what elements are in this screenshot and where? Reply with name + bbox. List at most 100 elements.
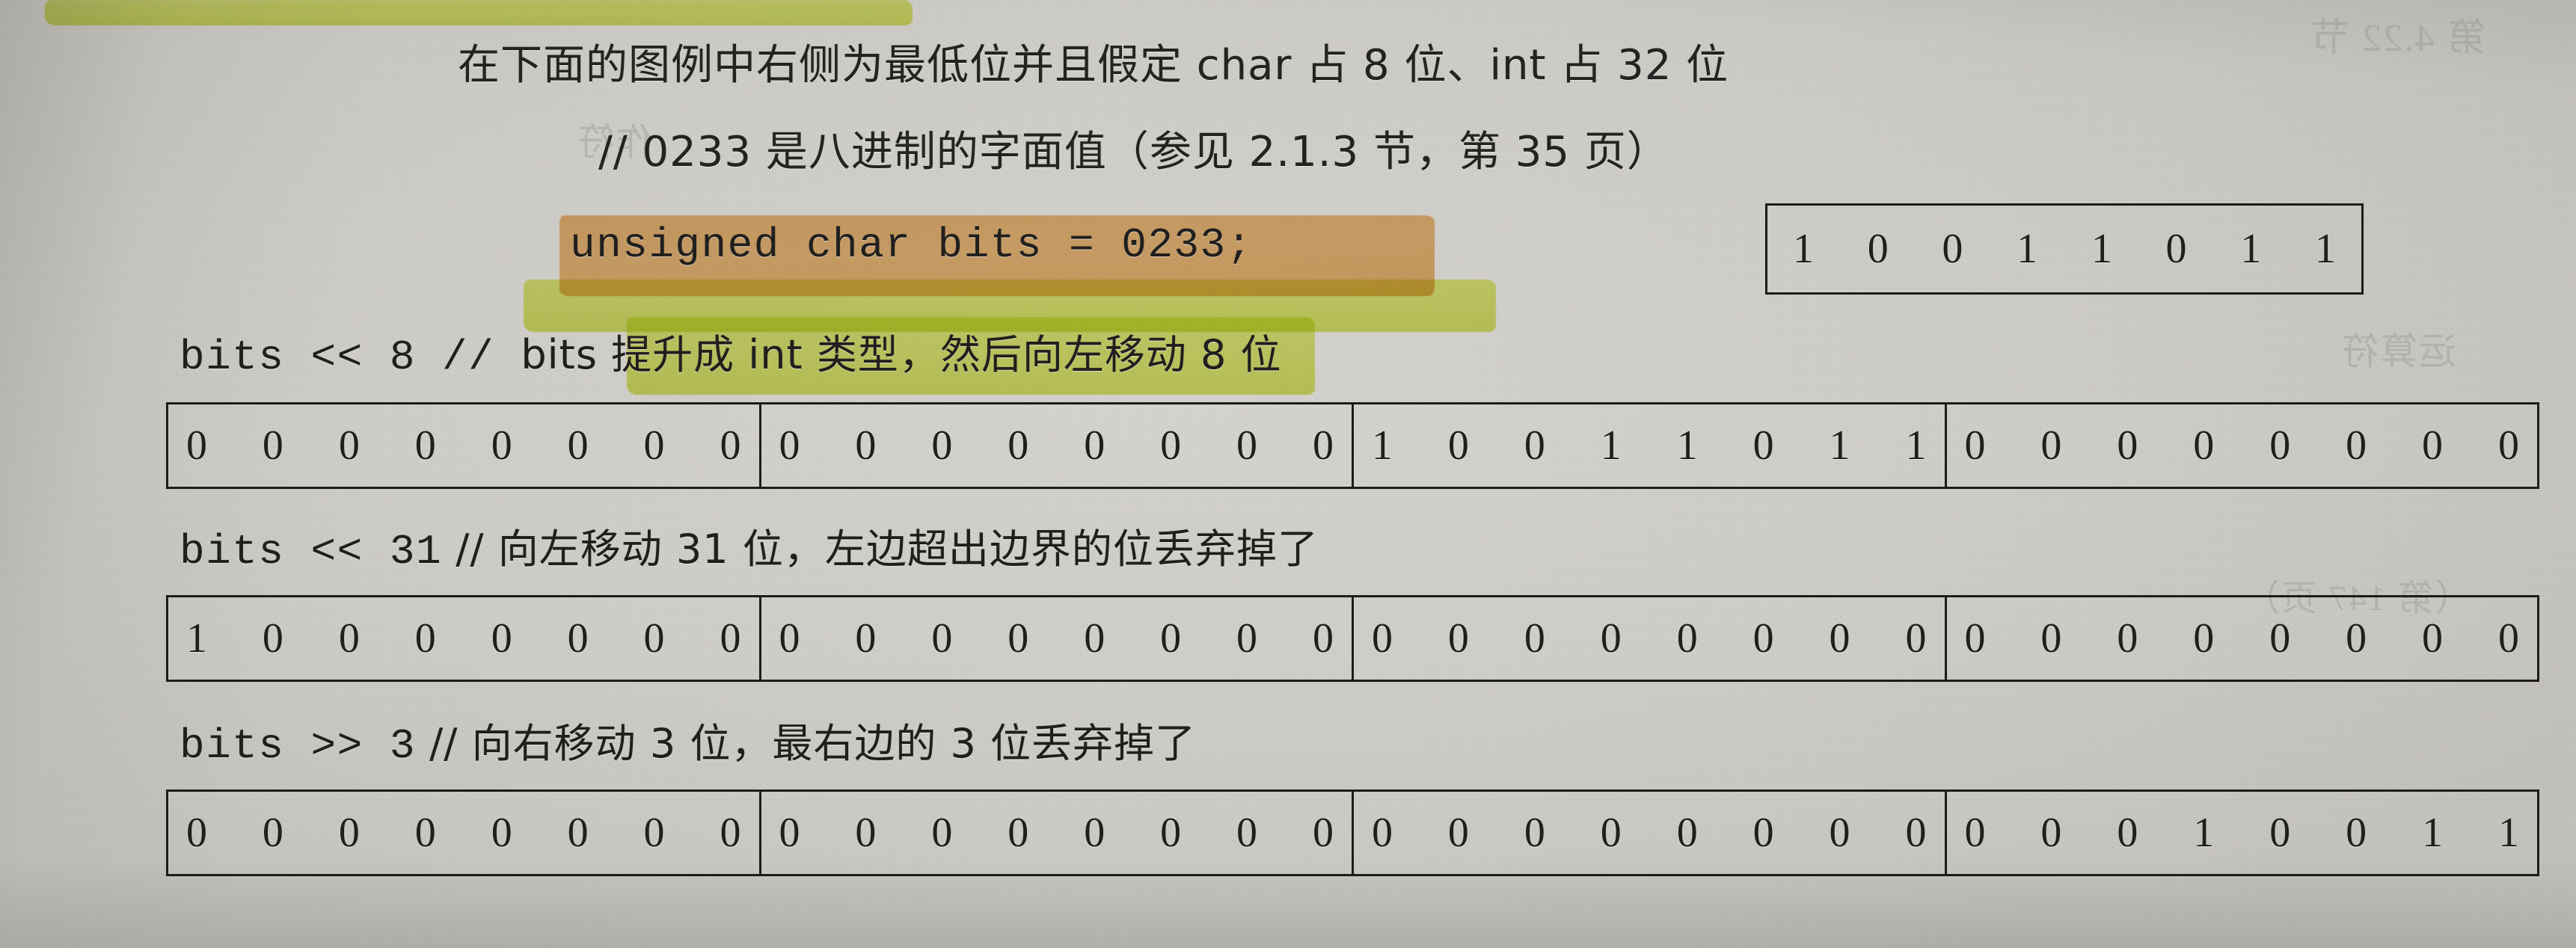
bit-cell: 0 (1008, 810, 1029, 856)
bit-cell: 0 (1752, 422, 1774, 469)
bit-cell: 0 (855, 615, 877, 662)
bit-cell: 0 (1008, 615, 1029, 662)
bit-cell: 0 (1676, 810, 1698, 856)
comment-text: // 向左移动 31 位，左边超出边界的位丢弃掉了 (442, 526, 1319, 573)
byte-group: 0 0 0 1 0 0 1 1 (1944, 790, 2539, 876)
bit-cell: 0 (1905, 810, 1927, 856)
comment-text: // 向右移动 3 位，最右边的 3 位丢弃掉了 (415, 720, 1197, 767)
bit-cell: 1 (1793, 226, 1814, 272)
example-label-shift-left-8: bits << 8 // bits 提升成 int 类型，然后向左移动 8 位 (180, 321, 1282, 381)
bit-cell: 0 (643, 422, 665, 469)
bit-cell: 0 (338, 422, 360, 469)
bit-cell: 0 (2040, 810, 2062, 856)
bit-cell: 0 (2117, 422, 2138, 469)
bit-cell: 1 (2091, 226, 2112, 272)
bit-cell: 1 (1829, 422, 1850, 469)
bit-cell: 0 (1905, 615, 1927, 662)
bit-row-shift-left-31: 1 0 0 0 0 0 0 0 0 0 0 0 0 0 0 0 0 0 0 0 … (166, 595, 2546, 682)
bit-cell: 0 (2422, 422, 2444, 469)
byte-group: 1 0 0 0 0 0 0 0 (166, 595, 761, 682)
bit-cell: 0 (1160, 810, 1182, 856)
bit-cell: 0 (414, 422, 436, 469)
bit-cell: 0 (1600, 615, 1622, 662)
bit-cell: 1 (186, 615, 207, 662)
byte-group: 0 0 0 0 0 0 0 0 (166, 402, 761, 489)
bit-cell: 0 (567, 615, 589, 662)
bit-cell: 0 (1829, 615, 1850, 662)
bit-cell: 0 (1676, 615, 1698, 662)
bit-cell: 1 (2422, 810, 2444, 856)
bit-cell: 0 (1524, 422, 1545, 469)
bit-cell: 0 (1084, 615, 1105, 662)
bit-cell: 0 (643, 615, 665, 662)
bit-cell: 0 (491, 810, 512, 856)
bit-cell: 0 (2422, 615, 2444, 662)
bit-cell: 0 (262, 810, 283, 856)
bit-cell: 0 (1829, 810, 1850, 856)
byte-group: 0 0 0 0 0 0 0 0 (166, 790, 761, 876)
bit-cell: 0 (338, 615, 360, 662)
byte-group: 0 0 0 0 0 0 0 0 (1352, 790, 1947, 876)
bit-cell: 0 (1600, 810, 1622, 856)
byte-group: 1 0 0 1 1 0 1 1 (1352, 402, 1947, 489)
expression-text: bits << 8 (180, 333, 416, 381)
bit-cell: 0 (2193, 422, 2215, 469)
bit-cell: 0 (1312, 810, 1334, 856)
bit-cell: 0 (414, 615, 436, 662)
bit-cell: 0 (1312, 615, 1334, 662)
bit-cell: 0 (1447, 422, 1469, 469)
bit-cell: 0 (2346, 810, 2367, 856)
bit-cell: 0 (1236, 810, 1258, 856)
byte-group: 0 0 0 0 0 0 0 0 (758, 595, 1354, 682)
bit-cell: 0 (186, 810, 207, 856)
bit-cell: 0 (2346, 615, 2367, 662)
bit-cell: 0 (1942, 226, 1963, 272)
bit-cell: 0 (931, 615, 953, 662)
bit-cell: 0 (1160, 422, 1182, 469)
bit-cell: 0 (414, 810, 436, 856)
byte-group: 0 0 0 0 0 0 0 0 (758, 402, 1354, 489)
bit-cell: 0 (567, 422, 589, 469)
bit-cell: 0 (2269, 422, 2291, 469)
bit-cell: 1 (2497, 810, 2519, 856)
bit-cell: 1 (1676, 422, 1698, 469)
bit-cell: 0 (2346, 422, 2367, 469)
bit-cell: 0 (2165, 226, 2187, 272)
bit-cell: 0 (2193, 615, 2215, 662)
bit-cell: 0 (2497, 422, 2519, 469)
bit-cell: 0 (1160, 615, 1182, 662)
bit-cell: 0 (338, 810, 360, 856)
comment-tail-text: ，然后向左移动 8 位 (898, 331, 1282, 378)
bit-cell: 0 (720, 810, 741, 856)
bit-cell: 0 (779, 422, 800, 469)
example-label-shift-right-3: bits >> 3 // 向右移动 3 位，最右边的 3 位丢弃掉了 (180, 710, 1196, 770)
bit-cell: 0 (779, 615, 800, 662)
bit-cell: 1 (2017, 226, 2038, 272)
bit-cell: 0 (567, 810, 589, 856)
bit-row-shift-left-8: 0 0 0 0 0 0 0 0 0 0 0 0 0 0 0 0 1 0 0 1 … (166, 402, 2546, 489)
bit-cell: 0 (931, 422, 953, 469)
bit-cell: 0 (2117, 615, 2138, 662)
bit-cell: 0 (262, 422, 283, 469)
bit-cell: 0 (855, 810, 877, 856)
comment-highlighted-text: bits 提升成 int 类型 (521, 331, 899, 378)
bit-cell: 0 (1447, 810, 1469, 856)
bit-cell: 0 (1084, 422, 1105, 469)
byte-group: 0 0 0 0 0 0 0 0 (1352, 595, 1947, 682)
bit-cell: 0 (262, 615, 283, 662)
bit-cell: 0 (1372, 615, 1393, 662)
bit-cell: 1 (2193, 810, 2215, 856)
intro-line-2: // 0233 是八进制的字面值（参见 2.1.3 节，第 35 页） (598, 128, 1669, 176)
bit-cell: 0 (720, 615, 741, 662)
bit-cell: 0 (186, 422, 207, 469)
expression-text: bits << 31 (180, 528, 443, 576)
byte-group: 0 0 0 0 0 0 0 0 (758, 790, 1354, 876)
bit-cell: 0 (1008, 422, 1029, 469)
bit-cell: 0 (1867, 226, 1889, 272)
bit-row-shift-right-3: 0 0 0 0 0 0 0 0 0 0 0 0 0 0 0 0 0 0 0 0 … (166, 790, 2546, 876)
bit-cell: 0 (1964, 615, 1986, 662)
bit-cell: 0 (720, 422, 741, 469)
bit-cell: 1 (2314, 226, 2336, 272)
declaration-value-box: 1 0 0 1 1 0 1 1 (1765, 203, 2364, 295)
bit-cell: 0 (2269, 810, 2291, 856)
